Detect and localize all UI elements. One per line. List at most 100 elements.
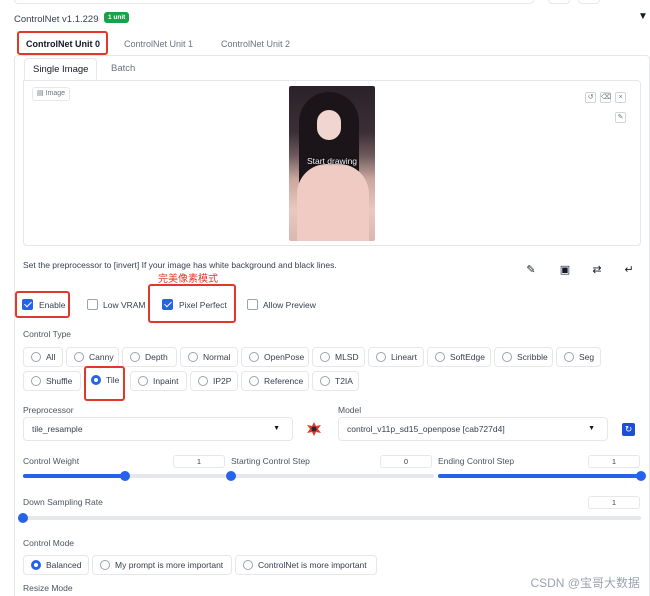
radio-indicator (502, 352, 512, 362)
control-type-t2ia-label: T2IA (335, 376, 353, 386)
refresh-models-icon[interactable]: ↻ (622, 423, 635, 436)
image-label-chip: ▤ Image (32, 87, 71, 101)
control-type-all-label: All (46, 352, 56, 362)
control-type-scribble[interactable]: Scribble (494, 347, 553, 367)
swap-icon[interactable]: ⇄ (589, 262, 605, 278)
control-weight-thumb[interactable] (119, 471, 130, 481)
control-type-lineart[interactable]: Lineart (368, 347, 424, 367)
brush-icon[interactable]: ✎ (615, 112, 626, 123)
end-step-slider[interactable] (438, 471, 646, 481)
preprocessor-label: Preprocessor (23, 405, 74, 415)
start-drawing-text[interactable]: Start drawing (289, 156, 375, 166)
control-type-canny-label: Canny (89, 352, 114, 362)
control-type-seg[interactable]: Seg (556, 347, 601, 367)
radio-indicator (31, 352, 41, 362)
control-type-normal[interactable]: Normal (180, 347, 238, 367)
start-step-input[interactable]: 0 (380, 455, 432, 468)
send-dimensions-icon[interactable]: ↵ (621, 262, 637, 278)
control-type-shuffle[interactable]: Shuffle (23, 371, 81, 391)
highlight-enable (15, 291, 70, 318)
control-type-t2ia[interactable]: T2IA (312, 371, 359, 391)
control-type-openpose[interactable]: OpenPose (241, 347, 309, 367)
top-remnant-button-2 (578, 0, 600, 4)
end-step-fill (438, 474, 641, 478)
radio-indicator (74, 352, 84, 362)
allow-preview-checkbox[interactable] (247, 299, 258, 310)
radio-indicator (198, 376, 208, 386)
highlight-unit-0 (17, 31, 108, 55)
control-type-canny[interactable]: Canny (66, 347, 119, 367)
tab-controlnet-unit-2[interactable]: ControlNet Unit 2 (221, 36, 290, 54)
down-sampling-input[interactable]: 1 (588, 496, 640, 509)
control-type-reference-label: Reference (264, 376, 304, 386)
control-type-depth-label: Depth (145, 352, 168, 362)
preprocessor-value: tile_resample (32, 424, 83, 434)
control-mode-controlnet[interactable]: ControlNet is more important (235, 555, 377, 575)
erase-icon[interactable]: ⌫ (600, 92, 611, 103)
option-allow-preview[interactable]: Allow Preview (247, 297, 319, 313)
radio-indicator (249, 376, 259, 386)
control-type-lineart-label: Lineart (391, 352, 417, 362)
control-mode-prompt[interactable]: My prompt is more important (92, 555, 232, 575)
edit-document-icon[interactable]: ✎ (523, 262, 539, 278)
control-mode-label: Control Mode (23, 538, 75, 548)
clear-icon[interactable]: × (615, 92, 626, 103)
tab-batch[interactable]: Batch (111, 58, 135, 80)
tab-single-image[interactable]: Single Image (24, 58, 98, 80)
tab-controlnet-unit-1[interactable]: ControlNet Unit 1 (124, 36, 193, 54)
end-step-input[interactable]: 1 (588, 455, 640, 468)
down-sampling-thumb[interactable] (18, 513, 28, 523)
control-type-all[interactable]: All (23, 347, 63, 367)
control-type-inpaint[interactable]: Inpaint (130, 371, 187, 391)
chevron-down-icon: ▼ (273, 425, 280, 432)
control-weight-input[interactable]: 1 (173, 455, 225, 468)
radio-indicator (31, 376, 41, 386)
radio-indicator (100, 560, 110, 570)
highlight-pixel-perfect (148, 284, 236, 323)
control-mode-controlnet-label: ControlNet is more important (258, 560, 367, 570)
invert-hint: Set the preprocessor to [invert] If your… (23, 260, 337, 270)
radio-indicator (564, 352, 574, 362)
option-low-vram[interactable]: Low VRAM (87, 297, 147, 313)
low-vram-checkbox[interactable] (87, 299, 98, 310)
end-step-thumb[interactable] (636, 471, 646, 481)
model-select[interactable]: control_v11p_sd15_openpose [cab727d4] ▼ (338, 417, 608, 441)
radio-indicator (188, 352, 198, 362)
control-type-shuffle-label: Shuffle (46, 376, 73, 386)
start-step-slider[interactable] (226, 471, 434, 481)
radio-indicator (243, 560, 253, 570)
control-type-depth[interactable]: Depth (122, 347, 177, 367)
pixel-perfect-annotation: 完美像素模式 (158, 274, 218, 285)
accordion-title[interactable]: ControlNet v1.1.229 (14, 14, 99, 25)
control-type-inpaint-label: Inpaint (153, 376, 179, 386)
control-type-ip2p-label: IP2P (213, 376, 232, 386)
preprocessor-select[interactable]: tile_resample ▼ (23, 417, 293, 441)
down-sampling-label: Down Sampling Rate (23, 497, 103, 507)
allow-preview-label: Allow Preview (263, 300, 316, 310)
run-preprocessor-icon[interactable] (307, 422, 321, 436)
model-label: Model (338, 405, 362, 415)
control-type-softedge-label: SoftEdge (450, 352, 485, 362)
control-mode-balanced[interactable]: Balanced (23, 555, 89, 575)
radio-indicator (249, 352, 259, 362)
control-mode-prompt-label: My prompt is more important (115, 560, 224, 570)
watermark: CSDN @宝哥大数据 (530, 576, 640, 590)
start-step-thumb[interactable] (226, 471, 236, 481)
input-tabs: Single Image Batch (24, 58, 224, 80)
down-sampling-slider[interactable] (18, 513, 641, 523)
radio-indicator (435, 352, 445, 362)
collapse-triangle-icon[interactable]: ▼ (638, 11, 648, 22)
undo-icon[interactable]: ↺ (585, 92, 596, 103)
top-remnant-bar (14, 0, 534, 4)
radio-indicator-selected (31, 560, 41, 570)
control-weight-slider[interactable] (23, 471, 226, 481)
low-vram-label: Low VRAM (103, 300, 146, 310)
radio-indicator (320, 352, 330, 362)
camera-icon[interactable]: ▣ (557, 262, 573, 278)
control-type-reference[interactable]: Reference (241, 371, 309, 391)
resize-mode-label: Resize Mode (23, 583, 73, 593)
end-step-label: Ending Control Step (438, 456, 515, 466)
control-type-mlsd[interactable]: MLSD (312, 347, 365, 367)
control-type-softedge[interactable]: SoftEdge (427, 347, 491, 367)
control-type-ip2p[interactable]: IP2P (190, 371, 238, 391)
